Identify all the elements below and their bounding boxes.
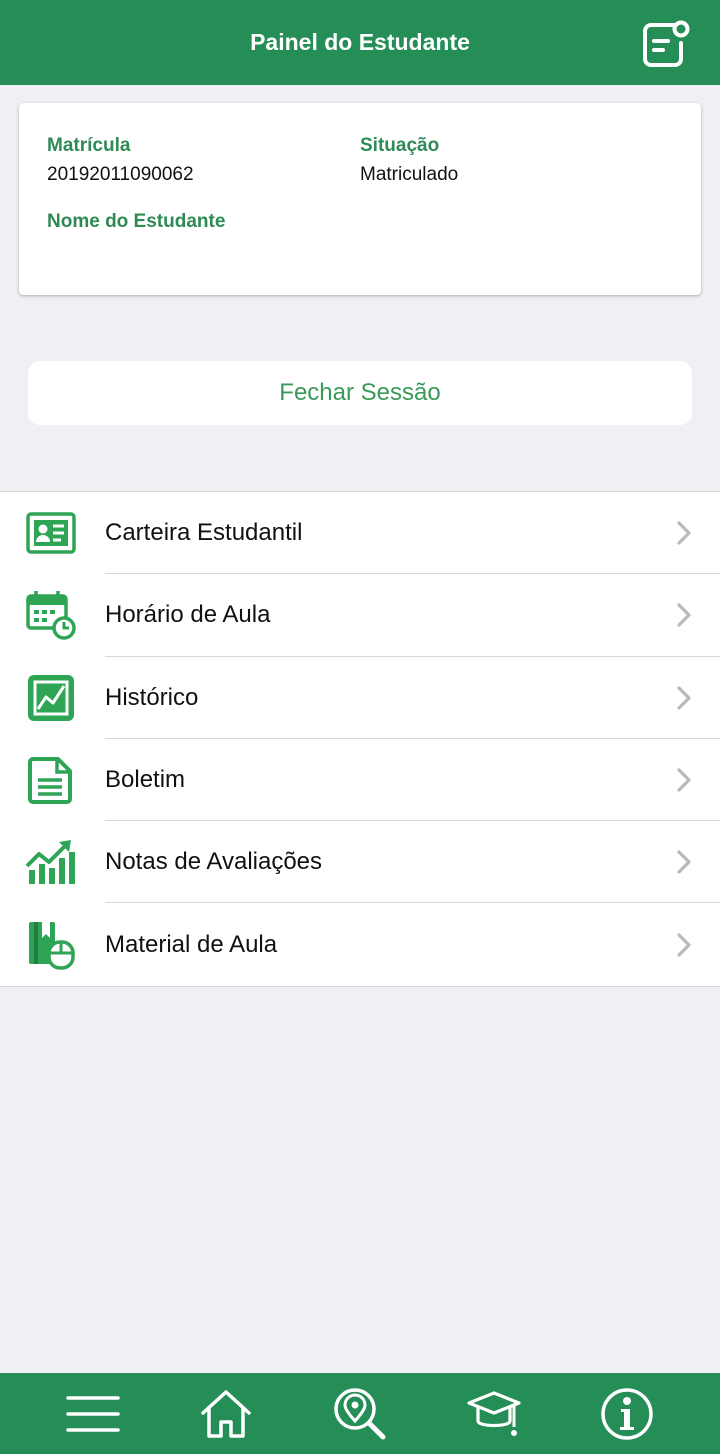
location-search-icon <box>334 1387 386 1439</box>
home-icon <box>201 1389 252 1438</box>
tab-home[interactable] <box>196 1384 256 1444</box>
menu-item-label: Boletim <box>105 766 186 794</box>
situacao-field: Situação Matriculado <box>360 135 458 186</box>
menu-item-carteira-estudantil[interactable]: Carteira Estudantil <box>0 492 720 575</box>
app-header: Painel do Estudante <box>0 0 720 85</box>
chevron-right-icon <box>677 768 691 792</box>
matricula-value: 20192011090062 <box>47 164 194 185</box>
menu-item-horario-de-aula[interactable]: Horário de Aula <box>0 574 720 657</box>
info-icon <box>601 1387 653 1440</box>
matricula-label: Matrícula <box>47 135 131 156</box>
chevron-right-icon <box>677 686 691 710</box>
book-mouse-icon <box>25 919 77 971</box>
bottom-tab-bar <box>0 1373 720 1454</box>
tab-info[interactable] <box>597 1384 657 1444</box>
graduation-cap-icon <box>466 1390 521 1436</box>
chevron-right-icon <box>677 521 691 545</box>
matricula-field: Matrícula 20192011090062 <box>47 135 194 186</box>
chevron-right-icon <box>677 603 691 628</box>
id-card-icon <box>25 507 77 559</box>
nome-label: Nome do Estudante <box>47 211 226 232</box>
chevron-right-icon <box>677 933 691 957</box>
menu-item-material-de-aula[interactable]: Material de Aula <box>0 903 720 985</box>
menu-item-label: Horário de Aula <box>105 601 271 629</box>
menu-item-label: Carteira Estudantil <box>105 519 303 547</box>
logout-note-icon <box>643 20 690 67</box>
calendar-clock-icon <box>25 589 77 641</box>
menu-item-label: Histórico <box>105 683 199 711</box>
menu-item-historico[interactable]: Histórico <box>0 657 720 739</box>
situacao-value: Matriculado <box>360 164 459 185</box>
student-info-card: Matrícula 20192011090062 Situação Matric… <box>19 103 701 295</box>
logout-note-button[interactable] <box>640 18 692 70</box>
student-menu: Carteira Estudantil Horário de Aula Hist… <box>0 491 720 987</box>
menu-icon <box>66 1395 120 1432</box>
nome-field: Nome do Estudante <box>47 211 225 240</box>
tab-location-search[interactable] <box>330 1384 390 1444</box>
page-title: Painel do Estudante <box>250 29 470 55</box>
chevron-right-icon <box>677 850 691 874</box>
menu-item-label: Material de Aula <box>105 930 278 958</box>
menu-item-label: Notas de Avaliações <box>105 848 323 876</box>
tab-menu[interactable] <box>63 1384 123 1444</box>
chart-frame-icon <box>25 672 77 724</box>
menu-item-notas-de-avaliacoes[interactable]: Notas de Avaliações <box>0 821 720 904</box>
fechar-sessao-button[interactable]: Fechar Sessão <box>28 361 692 425</box>
situacao-label: Situação <box>360 135 440 156</box>
tab-academic[interactable] <box>464 1384 524 1444</box>
document-icon <box>25 754 77 806</box>
menu-item-boletim[interactable]: Boletim <box>0 739 720 822</box>
growth-chart-icon <box>25 836 77 888</box>
